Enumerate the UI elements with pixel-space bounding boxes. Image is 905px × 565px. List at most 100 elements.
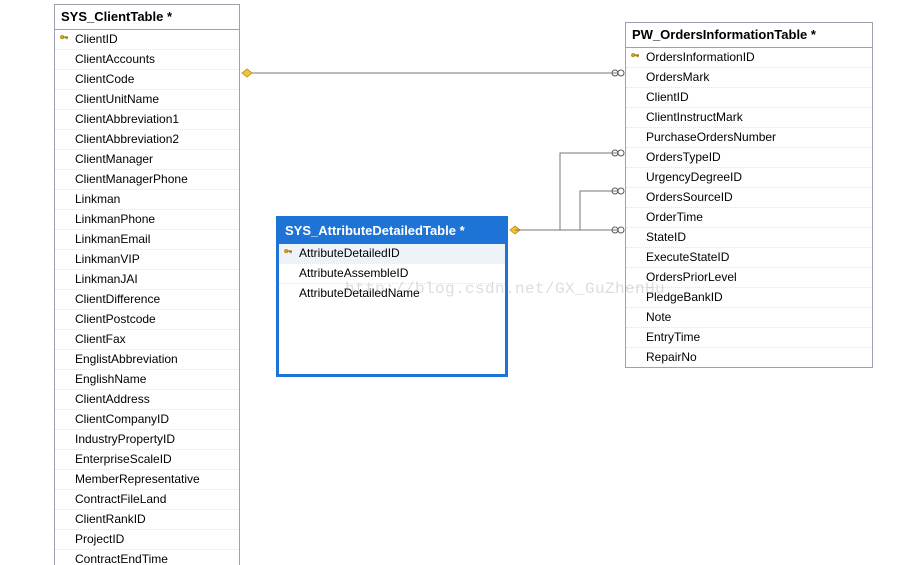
- column-name: ClientCode: [73, 70, 235, 89]
- column-row[interactable]: OrdersPriorLevel: [626, 267, 872, 287]
- column-row[interactable]: ClientPostcode: [55, 309, 239, 329]
- column-name: ClientDifference: [73, 290, 235, 309]
- column-name: ClientID: [73, 30, 235, 49]
- column-row[interactable]: PledgeBankID: [626, 287, 872, 307]
- column-name: ClientID: [644, 88, 868, 107]
- column-name: ProjectID: [73, 530, 235, 549]
- column-row[interactable]: ClientAbbreviation1: [55, 109, 239, 129]
- column-name: RepairNo: [644, 348, 868, 367]
- table-title: SYS_ClientTable *: [55, 5, 239, 30]
- table-columns: OrdersInformationIDOrdersMarkClientIDCli…: [626, 48, 872, 367]
- column-name: PledgeBankID: [644, 288, 868, 307]
- column-name: ClientFax: [73, 330, 235, 349]
- column-name: ContractEndTime: [73, 550, 235, 565]
- column-row[interactable]: ProjectID: [55, 529, 239, 549]
- column-row[interactable]: IndustryPropertyID: [55, 429, 239, 449]
- column-name: ClientUnitName: [73, 90, 235, 109]
- column-name: StateID: [644, 228, 868, 247]
- column-name: ClientAccounts: [73, 50, 235, 69]
- column-row[interactable]: ClientManagerPhone: [55, 169, 239, 189]
- column-row[interactable]: OrderTime: [626, 207, 872, 227]
- column-row[interactable]: ClientAddress: [55, 389, 239, 409]
- diagram-canvas[interactable]: SYS_ClientTable * ClientIDClientAccounts…: [0, 0, 905, 565]
- column-row[interactable]: EnglishName: [55, 369, 239, 389]
- column-name: OrderTime: [644, 208, 868, 227]
- column-name: LinkmanVIP: [73, 250, 235, 269]
- column-row[interactable]: ClientAccounts: [55, 49, 239, 69]
- column-row[interactable]: MemberRepresentative: [55, 469, 239, 489]
- column-row[interactable]: OrdersInformationID: [626, 48, 872, 67]
- column-name: AttributeAssembleID: [297, 264, 501, 283]
- column-row[interactable]: RepairNo: [626, 347, 872, 367]
- column-row[interactable]: ClientFax: [55, 329, 239, 349]
- column-row[interactable]: EnterpriseScaleID: [55, 449, 239, 469]
- column-row[interactable]: ExecuteStateID: [626, 247, 872, 267]
- table-title: SYS_AttributeDetailedTable *: [279, 219, 505, 244]
- column-row[interactable]: ContractEndTime: [55, 549, 239, 565]
- table-sys-attribute-detailed[interactable]: SYS_AttributeDetailedTable * AttributeDe…: [276, 216, 508, 377]
- column-name: AttributeDetailedName: [297, 284, 501, 303]
- column-row[interactable]: AttributeAssembleID: [279, 263, 505, 283]
- column-row[interactable]: EnglistAbbreviation: [55, 349, 239, 369]
- column-row[interactable]: PurchaseOrdersNumber: [626, 127, 872, 147]
- column-name: OrdersMark: [644, 68, 868, 87]
- column-name: ClientRankID: [73, 510, 235, 529]
- table-columns: ClientIDClientAccountsClientCodeClientUn…: [55, 30, 239, 565]
- primary-key-icon: [55, 30, 73, 49]
- column-row[interactable]: ClientManager: [55, 149, 239, 169]
- table-sys-client[interactable]: SYS_ClientTable * ClientIDClientAccounts…: [54, 4, 240, 565]
- column-row[interactable]: ClientInstructMark: [626, 107, 872, 127]
- column-name: ClientManagerPhone: [73, 170, 235, 189]
- column-row[interactable]: Linkman: [55, 189, 239, 209]
- column-row[interactable]: ClientID: [626, 87, 872, 107]
- column-row[interactable]: ClientCompanyID: [55, 409, 239, 429]
- column-row[interactable]: AttributeDetailedName: [279, 283, 505, 303]
- column-name: PurchaseOrdersNumber: [644, 128, 868, 147]
- table-pw-orders-information[interactable]: PW_OrdersInformationTable * OrdersInform…: [625, 22, 873, 368]
- column-name: ClientPostcode: [73, 310, 235, 329]
- column-row[interactable]: LinkmanVIP: [55, 249, 239, 269]
- column-row[interactable]: LinkmanEmail: [55, 229, 239, 249]
- column-row[interactable]: UrgencyDegreeID: [626, 167, 872, 187]
- column-name: LinkmanEmail: [73, 230, 235, 249]
- column-name: Linkman: [73, 190, 235, 209]
- column-row[interactable]: OrdersMark: [626, 67, 872, 87]
- column-name: ClientCompanyID: [73, 410, 235, 429]
- table-title: PW_OrdersInformationTable *: [626, 23, 872, 48]
- primary-key-icon: [626, 48, 644, 67]
- column-name: OrdersTypeID: [644, 148, 868, 167]
- primary-key-icon: [279, 244, 297, 263]
- column-row[interactable]: OrdersTypeID: [626, 147, 872, 167]
- column-name: ClientInstructMark: [644, 108, 868, 127]
- column-row[interactable]: ClientAbbreviation2: [55, 129, 239, 149]
- column-row[interactable]: EntryTime: [626, 327, 872, 347]
- column-name: Note: [644, 308, 868, 327]
- column-name: EnglistAbbreviation: [73, 350, 235, 369]
- column-name: LinkmanJAI: [73, 270, 235, 289]
- column-row[interactable]: ClientDifference: [55, 289, 239, 309]
- column-name: LinkmanPhone: [73, 210, 235, 229]
- table-columns: AttributeDetailedIDAttributeAssembleIDAt…: [279, 244, 505, 374]
- column-row[interactable]: ClientRankID: [55, 509, 239, 529]
- column-name: EnglishName: [73, 370, 235, 389]
- column-name: EntryTime: [644, 328, 868, 347]
- column-row[interactable]: Note: [626, 307, 872, 327]
- column-name: ClientAddress: [73, 390, 235, 409]
- column-name: ClientManager: [73, 150, 235, 169]
- column-row[interactable]: StateID: [626, 227, 872, 247]
- column-name: ClientAbbreviation2: [73, 130, 235, 149]
- column-row[interactable]: ClientID: [55, 30, 239, 49]
- column-name: IndustryPropertyID: [73, 430, 235, 449]
- column-row[interactable]: LinkmanPhone: [55, 209, 239, 229]
- column-row[interactable]: OrdersSourceID: [626, 187, 872, 207]
- column-row[interactable]: LinkmanJAI: [55, 269, 239, 289]
- column-row[interactable]: ClientCode: [55, 69, 239, 89]
- column-name: EnterpriseScaleID: [73, 450, 235, 469]
- column-row[interactable]: AttributeDetailedID: [279, 244, 505, 263]
- column-name: ContractFileLand: [73, 490, 235, 509]
- column-name: UrgencyDegreeID: [644, 168, 868, 187]
- column-name: OrdersPriorLevel: [644, 268, 868, 287]
- column-row[interactable]: ContractFileLand: [55, 489, 239, 509]
- column-row[interactable]: ClientUnitName: [55, 89, 239, 109]
- column-name: MemberRepresentative: [73, 470, 235, 489]
